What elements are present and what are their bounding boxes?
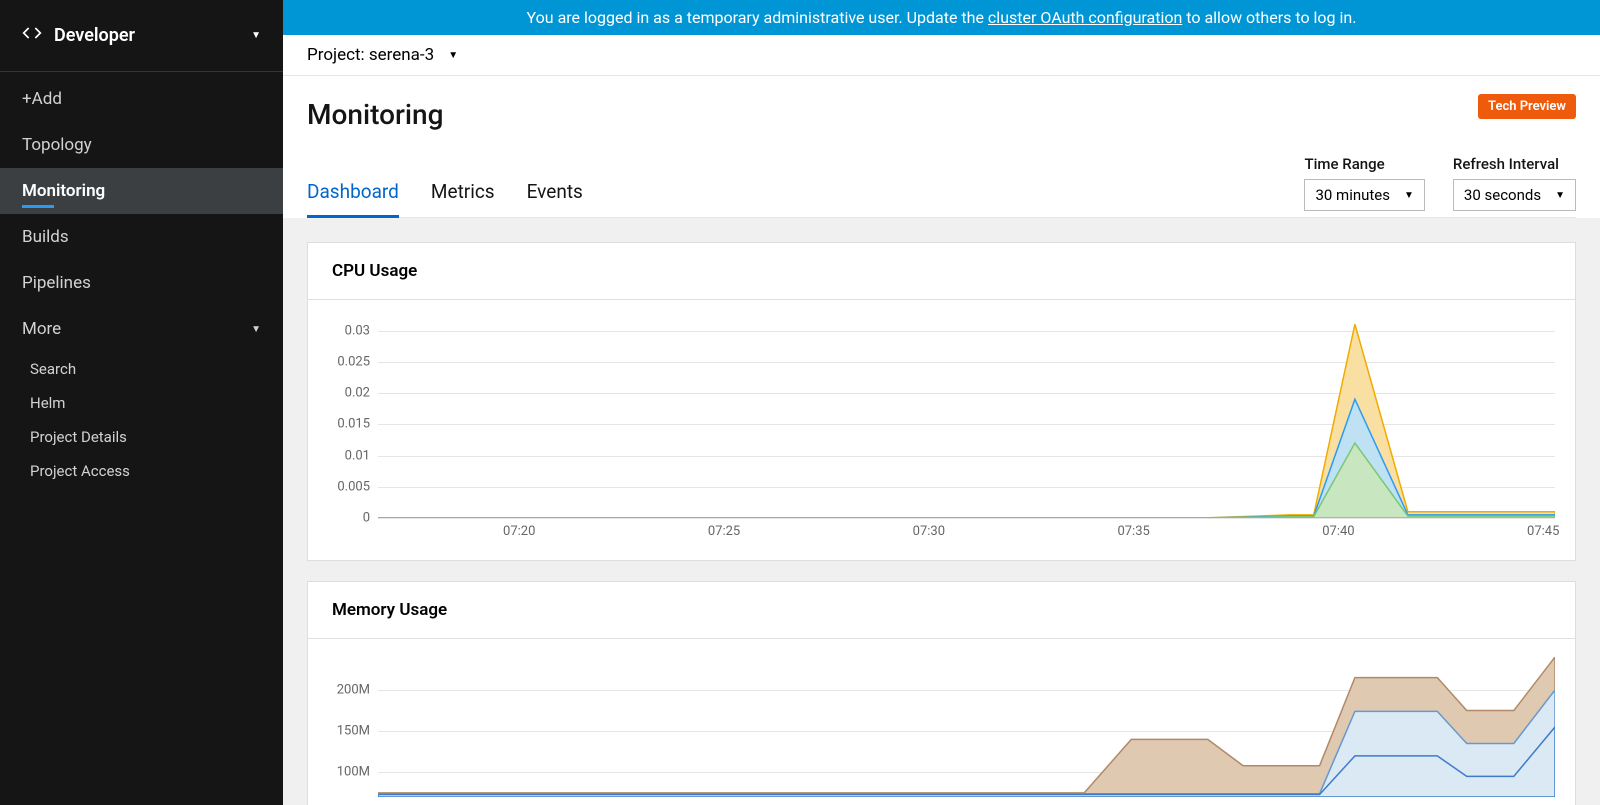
banner-suffix: to allow others to log in. [1182, 8, 1356, 27]
perspective-switcher[interactable]: Developer ▼ [0, 0, 283, 72]
sidebar-item-pipelines[interactable]: Pipelines [0, 260, 283, 306]
tab-dashboard[interactable]: Dashboard [307, 180, 399, 217]
cpu-card-title: CPU Usage [332, 261, 1551, 281]
project-selector[interactable]: Project: serena-3 ▼ [283, 35, 1600, 76]
chevron-down-icon: ▼ [251, 324, 261, 335]
y-tick-label: 0.02 [310, 386, 370, 401]
more-label: More [22, 319, 61, 339]
chevron-down-icon: ▼ [448, 50, 458, 61]
sidebar-subitem-helm[interactable]: Helm [0, 386, 283, 420]
dashboard-body: CPU Usage 00.0050.010.0150.020.0250.03 0… [283, 218, 1600, 805]
y-tick-label: 100M [310, 765, 370, 780]
x-tick-label: 07:45 [1527, 524, 1559, 539]
time-range-label: Time Range [1304, 155, 1424, 173]
x-tick-label: 07:40 [1322, 524, 1354, 539]
x-tick-label: 07:20 [503, 524, 535, 539]
time-range-value: 30 minutes [1315, 186, 1390, 204]
banner-link[interactable]: cluster OAuth configuration [988, 8, 1182, 27]
tab-events[interactable]: Events [527, 180, 583, 217]
chevron-down-icon: ▼ [1555, 190, 1565, 201]
perspective-label: Developer [54, 25, 135, 46]
refresh-interval-select[interactable]: 30 seconds ▼ [1453, 179, 1576, 211]
page-header: Monitoring Tech Preview Dashboard Metrics… [283, 76, 1600, 218]
refresh-interval-value: 30 seconds [1464, 186, 1541, 204]
y-tick-label: 0.005 [310, 479, 370, 494]
sidebar-subitem-project-details[interactable]: Project Details [0, 420, 283, 454]
sidebar-item--add[interactable]: +Add [0, 76, 283, 122]
sidebar-item-monitoring[interactable]: Monitoring [0, 168, 283, 214]
tabs: Dashboard Metrics Events [307, 180, 583, 217]
time-range-select[interactable]: 30 minutes ▼ [1304, 179, 1424, 211]
y-tick-label: 150M [310, 724, 370, 739]
refresh-interval-label: Refresh Interval [1453, 155, 1576, 173]
tab-metrics[interactable]: Metrics [431, 180, 495, 217]
project-label: Project: serena-3 [307, 45, 434, 65]
code-icon [22, 23, 42, 48]
y-tick-label: 200M [310, 682, 370, 697]
y-tick-label: 0.03 [310, 323, 370, 338]
x-tick-label: 07:25 [708, 524, 740, 539]
cpu-chart: 00.0050.010.0150.020.0250.03 [328, 318, 1555, 518]
cpu-usage-card: CPU Usage 00.0050.010.0150.020.0250.03 0… [307, 242, 1576, 561]
y-tick-label: 0.025 [310, 354, 370, 369]
sidebar-item-topology[interactable]: Topology [0, 122, 283, 168]
controls: Time Range 30 minutes ▼ Refresh Interval… [1304, 155, 1576, 211]
banner: You are logged in as a temporary adminis… [283, 0, 1600, 35]
chevron-down-icon: ▼ [251, 30, 261, 41]
page-title: Monitoring [307, 98, 1576, 131]
y-tick-label: 0.01 [310, 448, 370, 463]
memory-card-title: Memory Usage [332, 600, 1551, 620]
memory-chart: 100M150M200M [328, 657, 1555, 797]
sidebar-item-builds[interactable]: Builds [0, 214, 283, 260]
x-tick-label: 07:35 [1117, 524, 1149, 539]
sidebar: Developer ▼ +AddTopologyMonitoringBuilds… [0, 0, 283, 805]
main: You are logged in as a temporary adminis… [283, 0, 1600, 805]
sidebar-more-toggle[interactable]: More ▼ [0, 306, 283, 352]
sidebar-subitem-search[interactable]: Search [0, 352, 283, 386]
y-tick-label: 0.015 [310, 417, 370, 432]
sidebar-subitem-project-access[interactable]: Project Access [0, 454, 283, 488]
x-tick-label: 07:30 [913, 524, 945, 539]
banner-prefix: You are logged in as a temporary adminis… [527, 8, 988, 27]
chevron-down-icon: ▼ [1404, 190, 1414, 201]
tech-preview-badge: Tech Preview [1478, 94, 1576, 119]
memory-usage-card: Memory Usage 100M150M200M [307, 581, 1576, 805]
